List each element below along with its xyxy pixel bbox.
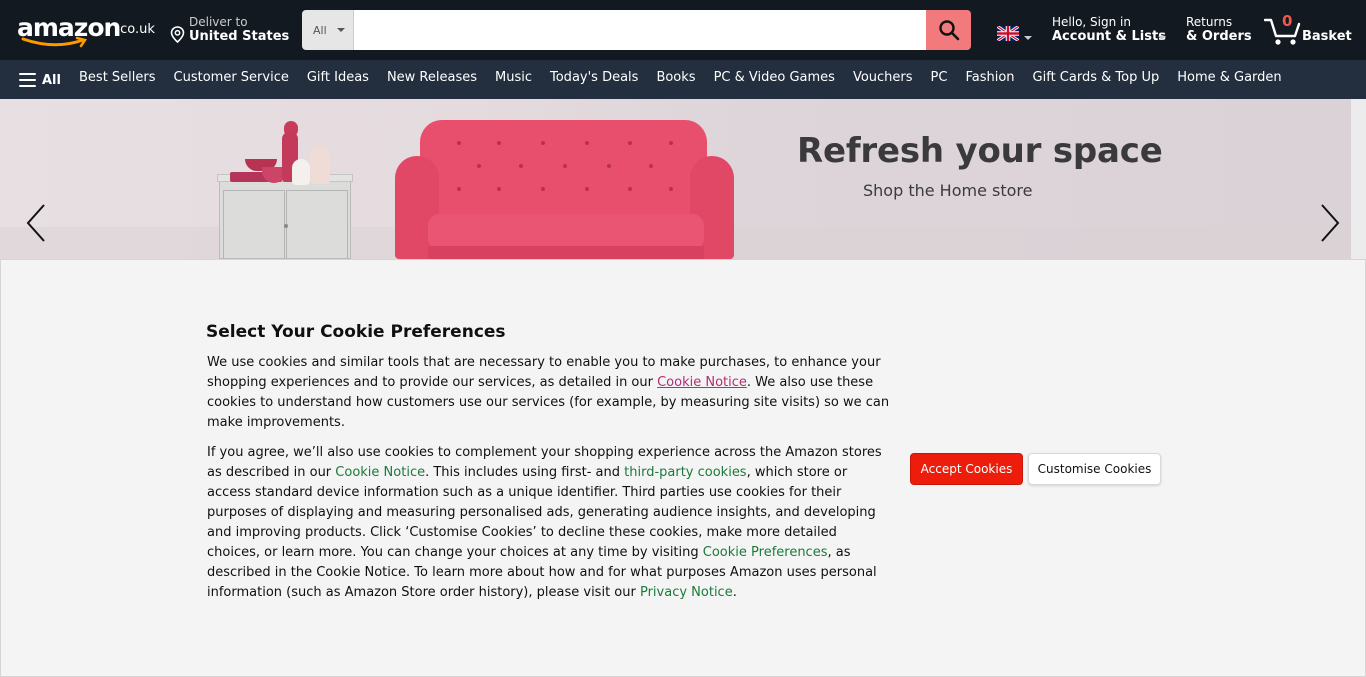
basket-count: 0 (1282, 12, 1293, 30)
all-menu-button[interactable]: All (19, 71, 61, 89)
logo-tld: .co.uk (116, 22, 155, 37)
search-bar: All (302, 10, 971, 50)
nav-link-gift-ideas[interactable]: Gift Ideas (298, 70, 378, 85)
account-greeting: Hello, Sign in (1052, 15, 1131, 29)
nav-link-books[interactable]: Books (647, 70, 704, 85)
cookie-preferences-link[interactable]: Cookie Preferences (703, 545, 828, 560)
accept-cookies-button[interactable]: Accept Cookies (910, 453, 1023, 485)
page-scrollbar[interactable] (1351, 99, 1366, 259)
search-category-label: All (313, 23, 327, 37)
cookie-paragraph-2: If you agree, we’ll also use cookies to … (207, 445, 882, 600)
chevron-down-icon (1024, 36, 1032, 40)
privacy-notice-link[interactable]: Privacy Notice (640, 585, 733, 600)
nav-link-customer-service[interactable]: Customer Service (165, 70, 298, 85)
customise-cookies-button[interactable]: Customise Cookies (1028, 453, 1161, 485)
chevron-left-icon (26, 204, 45, 242)
hero-carousel[interactable]: Refresh your space Shop the Home store (0, 99, 1351, 259)
hero-sofa-base (428, 246, 704, 259)
smile-arrow-icon (21, 36, 88, 48)
chevron-down-icon (1158, 36, 1166, 40)
nav-link-home-garden[interactable]: Home & Garden (1168, 70, 1290, 85)
cookie-notice-link[interactable]: Cookie Notice (657, 375, 747, 390)
deliver-to-location[interactable]: Deliver to United States (170, 13, 289, 47)
chevron-down-icon (337, 28, 345, 32)
chevron-right-icon (1321, 204, 1340, 242)
nav-link-new-releases[interactable]: New Releases (378, 70, 486, 85)
returns-label: Returns (1186, 15, 1233, 29)
carousel-prev-button[interactable] (24, 203, 48, 243)
hero-vase-image (310, 146, 330, 184)
nav-link-fashion[interactable]: Fashion (956, 70, 1023, 85)
account-label: Account & Lists (1052, 29, 1166, 44)
nav-link-todays-deals[interactable]: Today's Deals (541, 70, 647, 85)
nav-link-gift-cards[interactable]: Gift Cards & Top Up (1024, 70, 1169, 85)
deliver-country: United States (189, 29, 290, 44)
category-links: Best Sellers Customer Service Gift Ideas… (70, 70, 1291, 85)
search-category-dropdown[interactable]: All (302, 10, 354, 50)
nav-link-pc[interactable]: PC (922, 70, 957, 85)
all-menu-label: All (42, 72, 61, 88)
hero-vase-image (292, 159, 310, 185)
hero-sofa-seat (428, 214, 704, 250)
amazon-logo[interactable]: amazon .co.uk (17, 12, 155, 48)
nav-link-best-sellers[interactable]: Best Sellers (70, 70, 165, 85)
orders-label: & Orders (1186, 29, 1252, 44)
cookie-consent-panel: Select Your Cookie Preferences We use co… (0, 259, 1366, 677)
search-input[interactable] (354, 10, 926, 50)
account-and-lists[interactable]: Hello, Sign in Account & Lists (1052, 13, 1170, 47)
category-nav: All Best Sellers Customer Service Gift I… (0, 60, 1366, 99)
cookie-notice-link[interactable]: Cookie Notice (335, 465, 425, 480)
nav-link-pc-video-games[interactable]: PC & Video Games (705, 70, 844, 85)
nav-link-music[interactable]: Music (486, 70, 541, 85)
basket-button[interactable]: 0 Basket (1264, 10, 1354, 50)
third-party-cookies-link[interactable]: third-party cookies (624, 465, 746, 480)
returns-and-orders[interactable]: Returns & Orders (1186, 13, 1252, 47)
carousel-next-button[interactable] (1318, 203, 1342, 243)
deliver-label: Deliver to (189, 15, 248, 29)
magnifier-icon (938, 20, 959, 41)
hero-subtitle: Shop the Home store (863, 181, 1033, 200)
location-pin-icon (170, 26, 185, 43)
language-selector[interactable] (996, 24, 1033, 43)
hero-sofa-image (420, 120, 707, 226)
basket-label: Basket (1302, 29, 1352, 44)
search-button[interactable] (926, 10, 971, 50)
hero-cabinet-image (217, 174, 353, 259)
cookie-paragraph-1: We use cookies and similar tools that ar… (207, 355, 890, 430)
hero-title: Refresh your space (797, 131, 1163, 171)
uk-flag-icon (996, 24, 1020, 43)
cookie-title: Select Your Cookie Preferences (206, 322, 506, 342)
top-header: amazon .co.uk Deliver to United States A… (0, 0, 1366, 60)
nav-link-vouchers[interactable]: Vouchers (844, 70, 922, 85)
hamburger-icon (19, 73, 36, 87)
